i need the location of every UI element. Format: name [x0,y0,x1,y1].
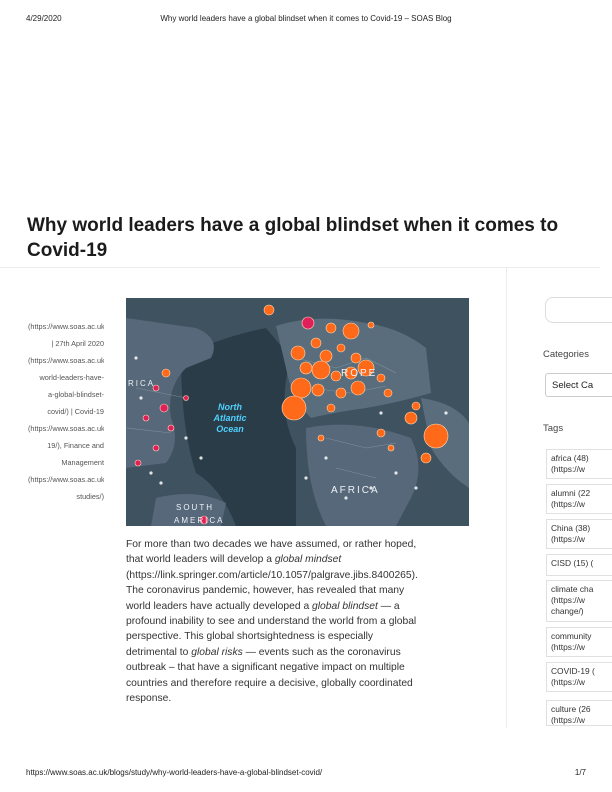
sidebar-divider [506,268,507,728]
body-line-link[interactable]: (https://link.springer.com/article/10.10… [126,568,472,583]
article-title-line-1: Why world leaders have a global blindset… [27,215,559,236]
meta-date: | 27th April 2020 [51,339,104,348]
body-line: For more than two decades we have assume… [126,539,417,550]
tag-link-cisd[interactable]: CISD (15) ( [546,554,612,576]
body-line: that world leaders will develop a global… [126,554,342,566]
article-title-line-2: Covid-19 [27,240,108,261]
tag-link-alumni[interactable]: alumni (22 (https://w [546,484,612,514]
map-label-ocean-3: Ocean [216,424,244,434]
tag-link-culture[interactable]: culture (26 (https://w [546,700,612,726]
print-footer-url: https://www.soas.ac.uk/blogs/study/why-w… [26,768,323,777]
tag-link-covid-19[interactable]: COVID-19 ((https://w [546,662,612,692]
map-label-rica: RICA [128,379,155,388]
categories-heading: Categories [543,349,589,360]
body-line: outbreak – that have a significant negat… [126,662,405,674]
body-line: countries and therefore require a decisi… [126,677,413,689]
map-label-america: AMERICA [174,516,224,525]
tag-link-community[interactable]: community (https://w [546,627,612,657]
map-label-europe: ROPE [341,368,377,379]
article-title: Why world leaders have a global blindset… [27,213,567,263]
map-label-ocean-2: Atlantic [212,413,246,423]
title-divider [0,267,600,268]
meta-category-management[interactable]: Management [28,454,104,471]
meta-permalink-cont[interactable]: a-global-blindset- [28,386,104,403]
categories-select[interactable]: Select Ca [545,373,612,397]
map-label-south: SOUTH [176,503,214,512]
body-line: response. [126,693,172,705]
meta-permalink[interactable]: (https://www.soas.ac.uk/bl [28,352,104,369]
tag-link-climate-change[interactable]: climate cha (https://w change/) [546,580,612,622]
sidebar-search-input[interactable] [545,297,612,323]
covid-world-map-image: North Atlantic Ocean ROPE AFRICA SOUTH A… [126,298,469,526]
global-mindset-link[interactable]: global mindset [275,554,341,565]
article-body: For more than two decades we have assume… [126,537,472,706]
meta-category-finance[interactable]: 19/), Finance and [28,437,104,454]
tag-link-china[interactable]: China (38) (https://w [546,519,612,549]
print-page-number: 1/7 [574,768,586,777]
print-page-title: Why world leaders have a global blindset… [160,14,452,23]
meta-category-covid[interactable]: covid/) | Covid-19 [28,403,104,420]
meta-category-link[interactable]: (https://www.soas.ac.uk/bl [28,471,104,488]
body-line: perspective. This global shortsightednes… [126,631,374,643]
meta-category-studies[interactable]: studies/) [28,488,104,505]
meta-permalink-cont[interactable]: world-leaders-have- [28,369,104,386]
tag-link-africa[interactable]: africa (48) (https://w [546,449,612,479]
map-label-africa: AFRICA [331,485,380,496]
post-meta: (https://www.soas.ac.uk/bl | 27th April … [28,318,104,505]
meta-category-link[interactable]: (https://www.soas.ac.uk/bl [28,420,104,437]
body-line: world leaders have actually developed a … [126,600,400,612]
map-illustration: North Atlantic Ocean ROPE AFRICA SOUTH A… [126,298,469,526]
tags-heading: Tags [543,423,564,434]
body-line: detrimental to global risks — events suc… [126,646,401,658]
body-line: The coronavirus pandemic, however, has r… [126,585,405,597]
body-line: profound inability to see and understand… [126,616,417,628]
meta-author-link[interactable]: (https://www.soas.ac.uk/bl [28,318,104,335]
map-label-ocean-1: North [218,402,242,412]
